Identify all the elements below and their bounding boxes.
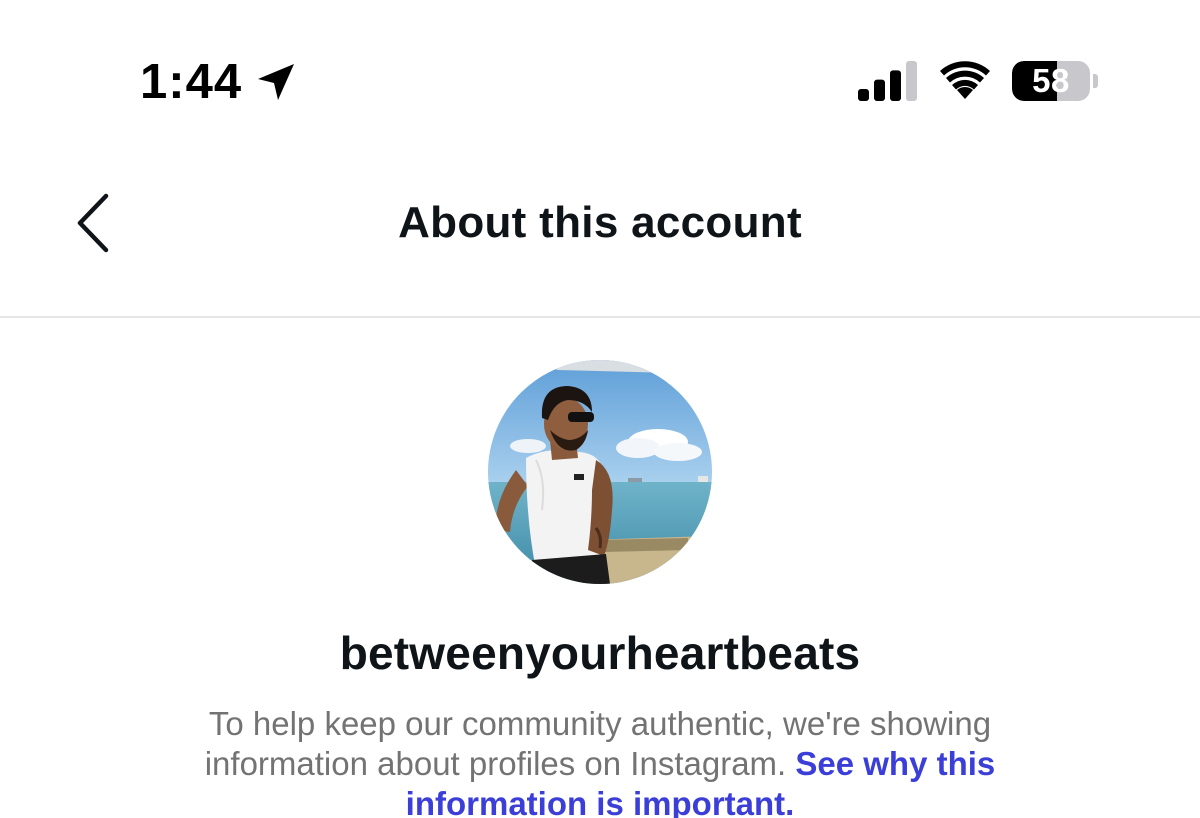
battery-indicator: 58 <box>1012 61 1090 101</box>
battery-percent: 58 <box>1032 62 1070 99</box>
status-indicators: 58 <box>858 58 1098 104</box>
signal-bar <box>858 89 869 101</box>
info-description: To help keep our community authentic, we… <box>130 704 1070 818</box>
nav-bar: About this account <box>0 160 1200 318</box>
username: betweenyourheartbeats <box>339 627 861 679</box>
battery-cap <box>1093 74 1098 88</box>
wifi-icon <box>938 59 992 103</box>
about-this-account-screen: 1:44 58 About this account betweenyourhe… <box>0 0 1200 818</box>
status-time-group: 1:44 <box>140 52 298 112</box>
cellular-signal-icon <box>858 59 920 103</box>
page-title: About this account <box>398 198 802 247</box>
signal-bar <box>874 79 885 101</box>
avatar <box>488 360 712 584</box>
signal-bar <box>906 61 917 101</box>
signal-bar <box>890 70 901 101</box>
location-arrow-icon <box>254 60 298 104</box>
status-bar: 1:44 58 <box>0 0 1200 160</box>
status-time: 1:44 <box>140 55 243 109</box>
